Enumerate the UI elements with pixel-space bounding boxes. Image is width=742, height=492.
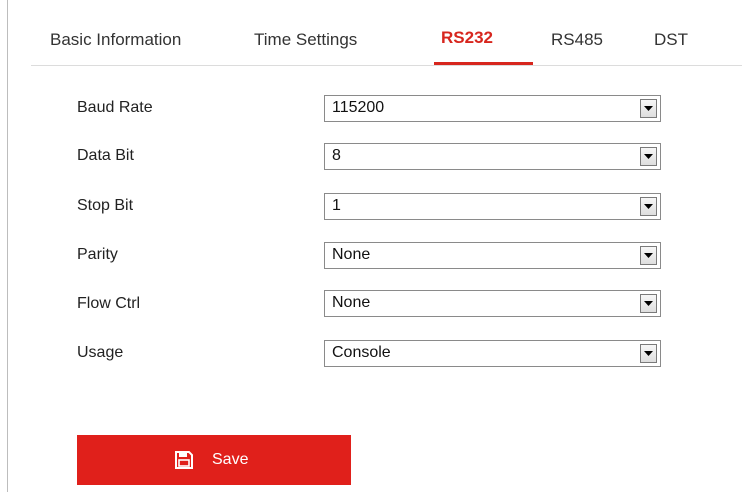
chevron-down-icon[interactable] [640,246,657,265]
stop-bit-label: Stop Bit [77,197,134,214]
baud-rate-select[interactable]: 115200 [324,95,661,122]
stop-bit-select[interactable]: 1 [324,193,661,220]
chevron-down-icon[interactable] [640,147,657,166]
settings-panel: Basic Information Time Settings RS232 RS… [7,0,742,492]
parity-label: Parity [77,246,118,263]
usage-select[interactable]: Console [324,340,661,367]
save-icon [175,451,193,469]
tab-basic-information[interactable]: Basic Information [50,30,181,50]
usage-label: Usage [77,344,124,361]
data-bit-label: Data Bit [77,147,134,164]
active-tab-indicator [434,62,533,65]
save-button[interactable]: Save [77,435,351,485]
chevron-down-icon[interactable] [640,294,657,313]
save-label: Save [212,451,249,468]
chevron-down-icon[interactable] [640,344,657,363]
tab-rs485[interactable]: RS485 [551,30,603,50]
baud-rate-label: Baud Rate [77,99,153,116]
data-bit-select[interactable]: 8 [324,143,661,170]
parity-value: None [332,246,371,263]
chevron-down-icon[interactable] [640,197,657,216]
baud-rate-value: 115200 [332,99,385,116]
data-bit-value: 8 [332,147,341,164]
chevron-down-icon[interactable] [640,99,657,118]
tab-bar: Basic Information Time Settings RS232 RS… [31,0,742,66]
stop-bit-value: 1 [332,197,341,214]
tab-rs232[interactable]: RS232 [441,28,493,48]
usage-value: Console [332,344,391,361]
tab-dst[interactable]: DST [654,30,688,50]
flow-ctrl-label: Flow Ctrl [77,295,141,312]
flow-ctrl-value: None [332,294,371,311]
flow-ctrl-select[interactable]: None [324,290,661,317]
tab-time-settings[interactable]: Time Settings [254,30,357,50]
parity-select[interactable]: None [324,242,661,269]
